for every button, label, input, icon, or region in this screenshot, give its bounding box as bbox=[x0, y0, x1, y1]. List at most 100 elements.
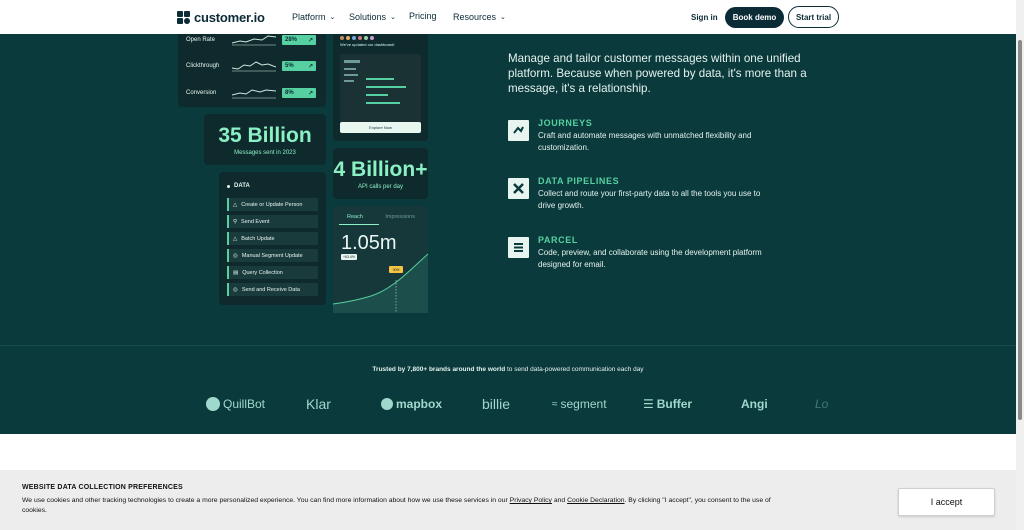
metric-badge: 28% ↗ bbox=[282, 35, 316, 45]
reach-area-chart bbox=[333, 253, 428, 313]
metric-value: 8% bbox=[285, 90, 294, 96]
metric-row: Conversion 8% ↗ bbox=[186, 86, 318, 100]
api-stat-number: 4 Billion+ bbox=[333, 157, 428, 181]
arrow-up-right-icon: ↗ bbox=[307, 90, 313, 97]
pipelines-icon bbox=[508, 178, 529, 199]
brand-mapbox: mapbox bbox=[381, 393, 442, 415]
buffer-icon: ☰ bbox=[643, 397, 654, 411]
logo-icon bbox=[177, 11, 190, 24]
data-item-label: Create or Update Person bbox=[241, 201, 303, 208]
arrow-up-right-icon: ↗ bbox=[307, 37, 313, 44]
metric-row: Open Rate 28% ↗ bbox=[186, 33, 318, 47]
cookie-text-part: We use cookies and other tracking techno… bbox=[22, 497, 510, 504]
metrics-card: Open Rate 28% ↗ Clickthrough 5% ↗ Conver… bbox=[178, 34, 326, 107]
data-item-label: Send and Receive Data bbox=[241, 286, 300, 293]
hero-headline: Manage and tailor customer messages with… bbox=[508, 52, 807, 95]
data-panel: DATA △ Create or Update Person ⚲ Send Ev… bbox=[219, 172, 326, 305]
api-stat-card: 4 Billion+ API calls per day bbox=[333, 148, 428, 199]
sparkline bbox=[232, 35, 276, 46]
person-icon: △ bbox=[233, 235, 238, 242]
data-panel-heading: DATA bbox=[227, 183, 250, 189]
nav-item-platform[interactable]: Platform ⌄ bbox=[292, 12, 335, 22]
logo[interactable]: customer.io bbox=[177, 10, 265, 25]
cookie-banner: WEBSITE DATA COLLECTION PREFERENCES We u… bbox=[0, 470, 1016, 530]
nav-item-pricing[interactable]: Pricing bbox=[409, 11, 437, 21]
segment-logo-icon: ≈ bbox=[552, 398, 558, 410]
scrollbar[interactable] bbox=[1016, 0, 1024, 530]
metric-badge: 8% ↗ bbox=[282, 88, 316, 98]
chevron-down-icon: ⌄ bbox=[390, 14, 396, 21]
mapbox-icon bbox=[381, 398, 393, 410]
brand-label: Angi bbox=[741, 397, 768, 411]
data-heading-label: DATA bbox=[234, 183, 250, 189]
privacy-policy-link[interactable]: Privacy Policy bbox=[510, 497, 552, 504]
brand-label: segment bbox=[560, 397, 607, 411]
accept-cookies-button[interactable]: I accept bbox=[898, 488, 995, 516]
brand-buffer: ☰ Buffer bbox=[643, 393, 692, 415]
feature-title: JOURNEYS bbox=[538, 118, 593, 128]
messages-stat-number: 35 Billion bbox=[218, 123, 312, 147]
data-item: △ Create or Update Person bbox=[227, 198, 318, 211]
trusted-bold: Trusted by 7,800+ brands around the worl… bbox=[372, 366, 506, 373]
brand-label: mapbox bbox=[396, 397, 443, 411]
nav-item-solutions[interactable]: Solutions ⌄ bbox=[349, 12, 396, 22]
sign-in-link[interactable]: Sign in bbox=[691, 13, 718, 22]
next-section bbox=[0, 434, 1016, 470]
brand-quillbot: QuillBot bbox=[206, 393, 265, 415]
quillbot-icon bbox=[206, 397, 220, 411]
section-divider bbox=[0, 345, 1016, 346]
chevron-down-icon: ⌄ bbox=[329, 14, 336, 21]
nav-item-resources[interactable]: Resources ⌄ bbox=[453, 12, 506, 22]
nav-item-label: Solutions bbox=[349, 12, 387, 22]
globe-icon: ◎ bbox=[233, 286, 238, 293]
reach-tooltip: 30M bbox=[389, 266, 403, 273]
metric-row: Clickthrough 5% ↗ bbox=[186, 59, 318, 73]
metric-badge: 5% ↗ bbox=[282, 61, 316, 71]
feature-description: Craft and automate messages with unmatch… bbox=[538, 131, 752, 152]
nav-item-label: Resources bbox=[453, 12, 497, 22]
journeys-icon bbox=[508, 120, 529, 141]
search-icon: ⚲ bbox=[233, 218, 238, 225]
arrow-up-right-icon: ↗ bbox=[307, 63, 313, 70]
brand-angi: Angi bbox=[741, 393, 768, 415]
brand-label: QuillBot bbox=[223, 397, 266, 411]
brand-klar: Klar bbox=[306, 393, 331, 415]
logo-text: customer.io bbox=[194, 10, 265, 25]
sparkline bbox=[232, 61, 276, 72]
feature-title: PARCEL bbox=[538, 235, 578, 245]
tab-impressions: Impressions bbox=[385, 214, 415, 220]
metric-label: Open Rate bbox=[186, 37, 216, 43]
reach-tabs: Reach Impressions bbox=[339, 214, 423, 220]
cookie-text-part: and bbox=[551, 497, 568, 504]
data-item: ◎ Send and Receive Data bbox=[227, 283, 318, 296]
brand-label: Buffer bbox=[656, 397, 693, 411]
database-icon: ▤ bbox=[233, 269, 239, 276]
book-demo-button[interactable]: Book demo bbox=[725, 7, 784, 28]
data-item-label: Batch Update bbox=[241, 235, 275, 242]
brand-label: Klar bbox=[306, 396, 331, 412]
nav-item-label: Platform bbox=[292, 12, 326, 22]
avatar-group bbox=[340, 36, 374, 40]
brand-segment: ≈ segment bbox=[552, 393, 607, 415]
feature-title: DATA PIPELINES bbox=[538, 176, 620, 186]
explore-now-button: Explore Now bbox=[340, 122, 421, 133]
start-trial-button[interactable]: Start trial bbox=[788, 6, 839, 28]
metric-value: 5% bbox=[285, 63, 294, 69]
data-item-label: Query Collection bbox=[242, 269, 283, 276]
scrollbar-thumb[interactable] bbox=[1018, 40, 1022, 420]
phone-screen bbox=[340, 54, 421, 130]
brand-label: Lo bbox=[815, 397, 829, 411]
trusted-by-text: Trusted by 7,800+ brands around the worl… bbox=[0, 366, 1016, 373]
cookie-declaration-link[interactable]: Cookie Declaration bbox=[567, 497, 624, 504]
person-icon: △ bbox=[233, 201, 238, 208]
messages-stat-caption: Messages sent in 2023 bbox=[234, 149, 296, 156]
nav-item-label: Pricing bbox=[409, 11, 437, 21]
brand-logos: QuillBot Klar mapbox billie ≈ segment ☰ … bbox=[200, 393, 840, 415]
sparkline bbox=[232, 89, 276, 99]
reach-card: Reach Impressions 1.05m +63.4% 30M bbox=[333, 206, 428, 313]
bullet-icon bbox=[227, 184, 230, 188]
cookie-title: WEBSITE DATA COLLECTION PREFERENCES bbox=[22, 484, 183, 491]
top-nav: customer.io Platform ⌄ Solutions ⌄ Prici… bbox=[0, 0, 1016, 34]
brand-faded: Lo bbox=[815, 393, 828, 415]
metric-label: Conversion bbox=[186, 90, 217, 96]
